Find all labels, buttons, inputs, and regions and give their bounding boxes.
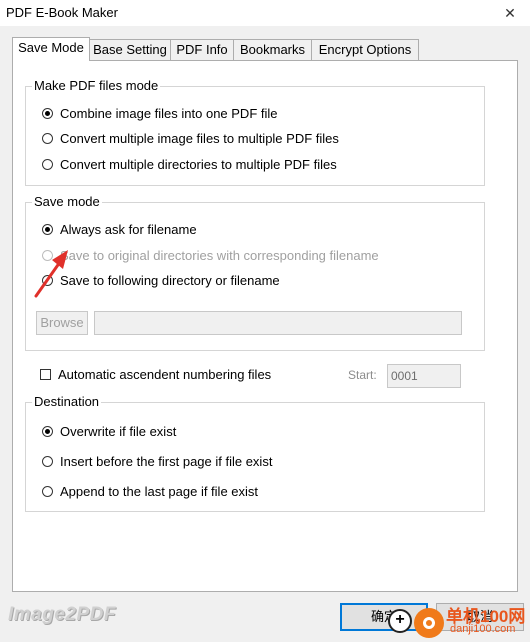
watermark-logo-icon [414, 608, 444, 638]
annotation-arrow-icon [34, 250, 68, 298]
watermark: + 单机100网 danji100.com [388, 598, 530, 642]
watermark-url-text: danji100.com [450, 623, 516, 635]
app-logo-text: Image2PDF [8, 604, 116, 625]
plus-icon: + [388, 609, 412, 633]
tab-save-mode[interactable]: Save Mode [12, 37, 90, 61]
